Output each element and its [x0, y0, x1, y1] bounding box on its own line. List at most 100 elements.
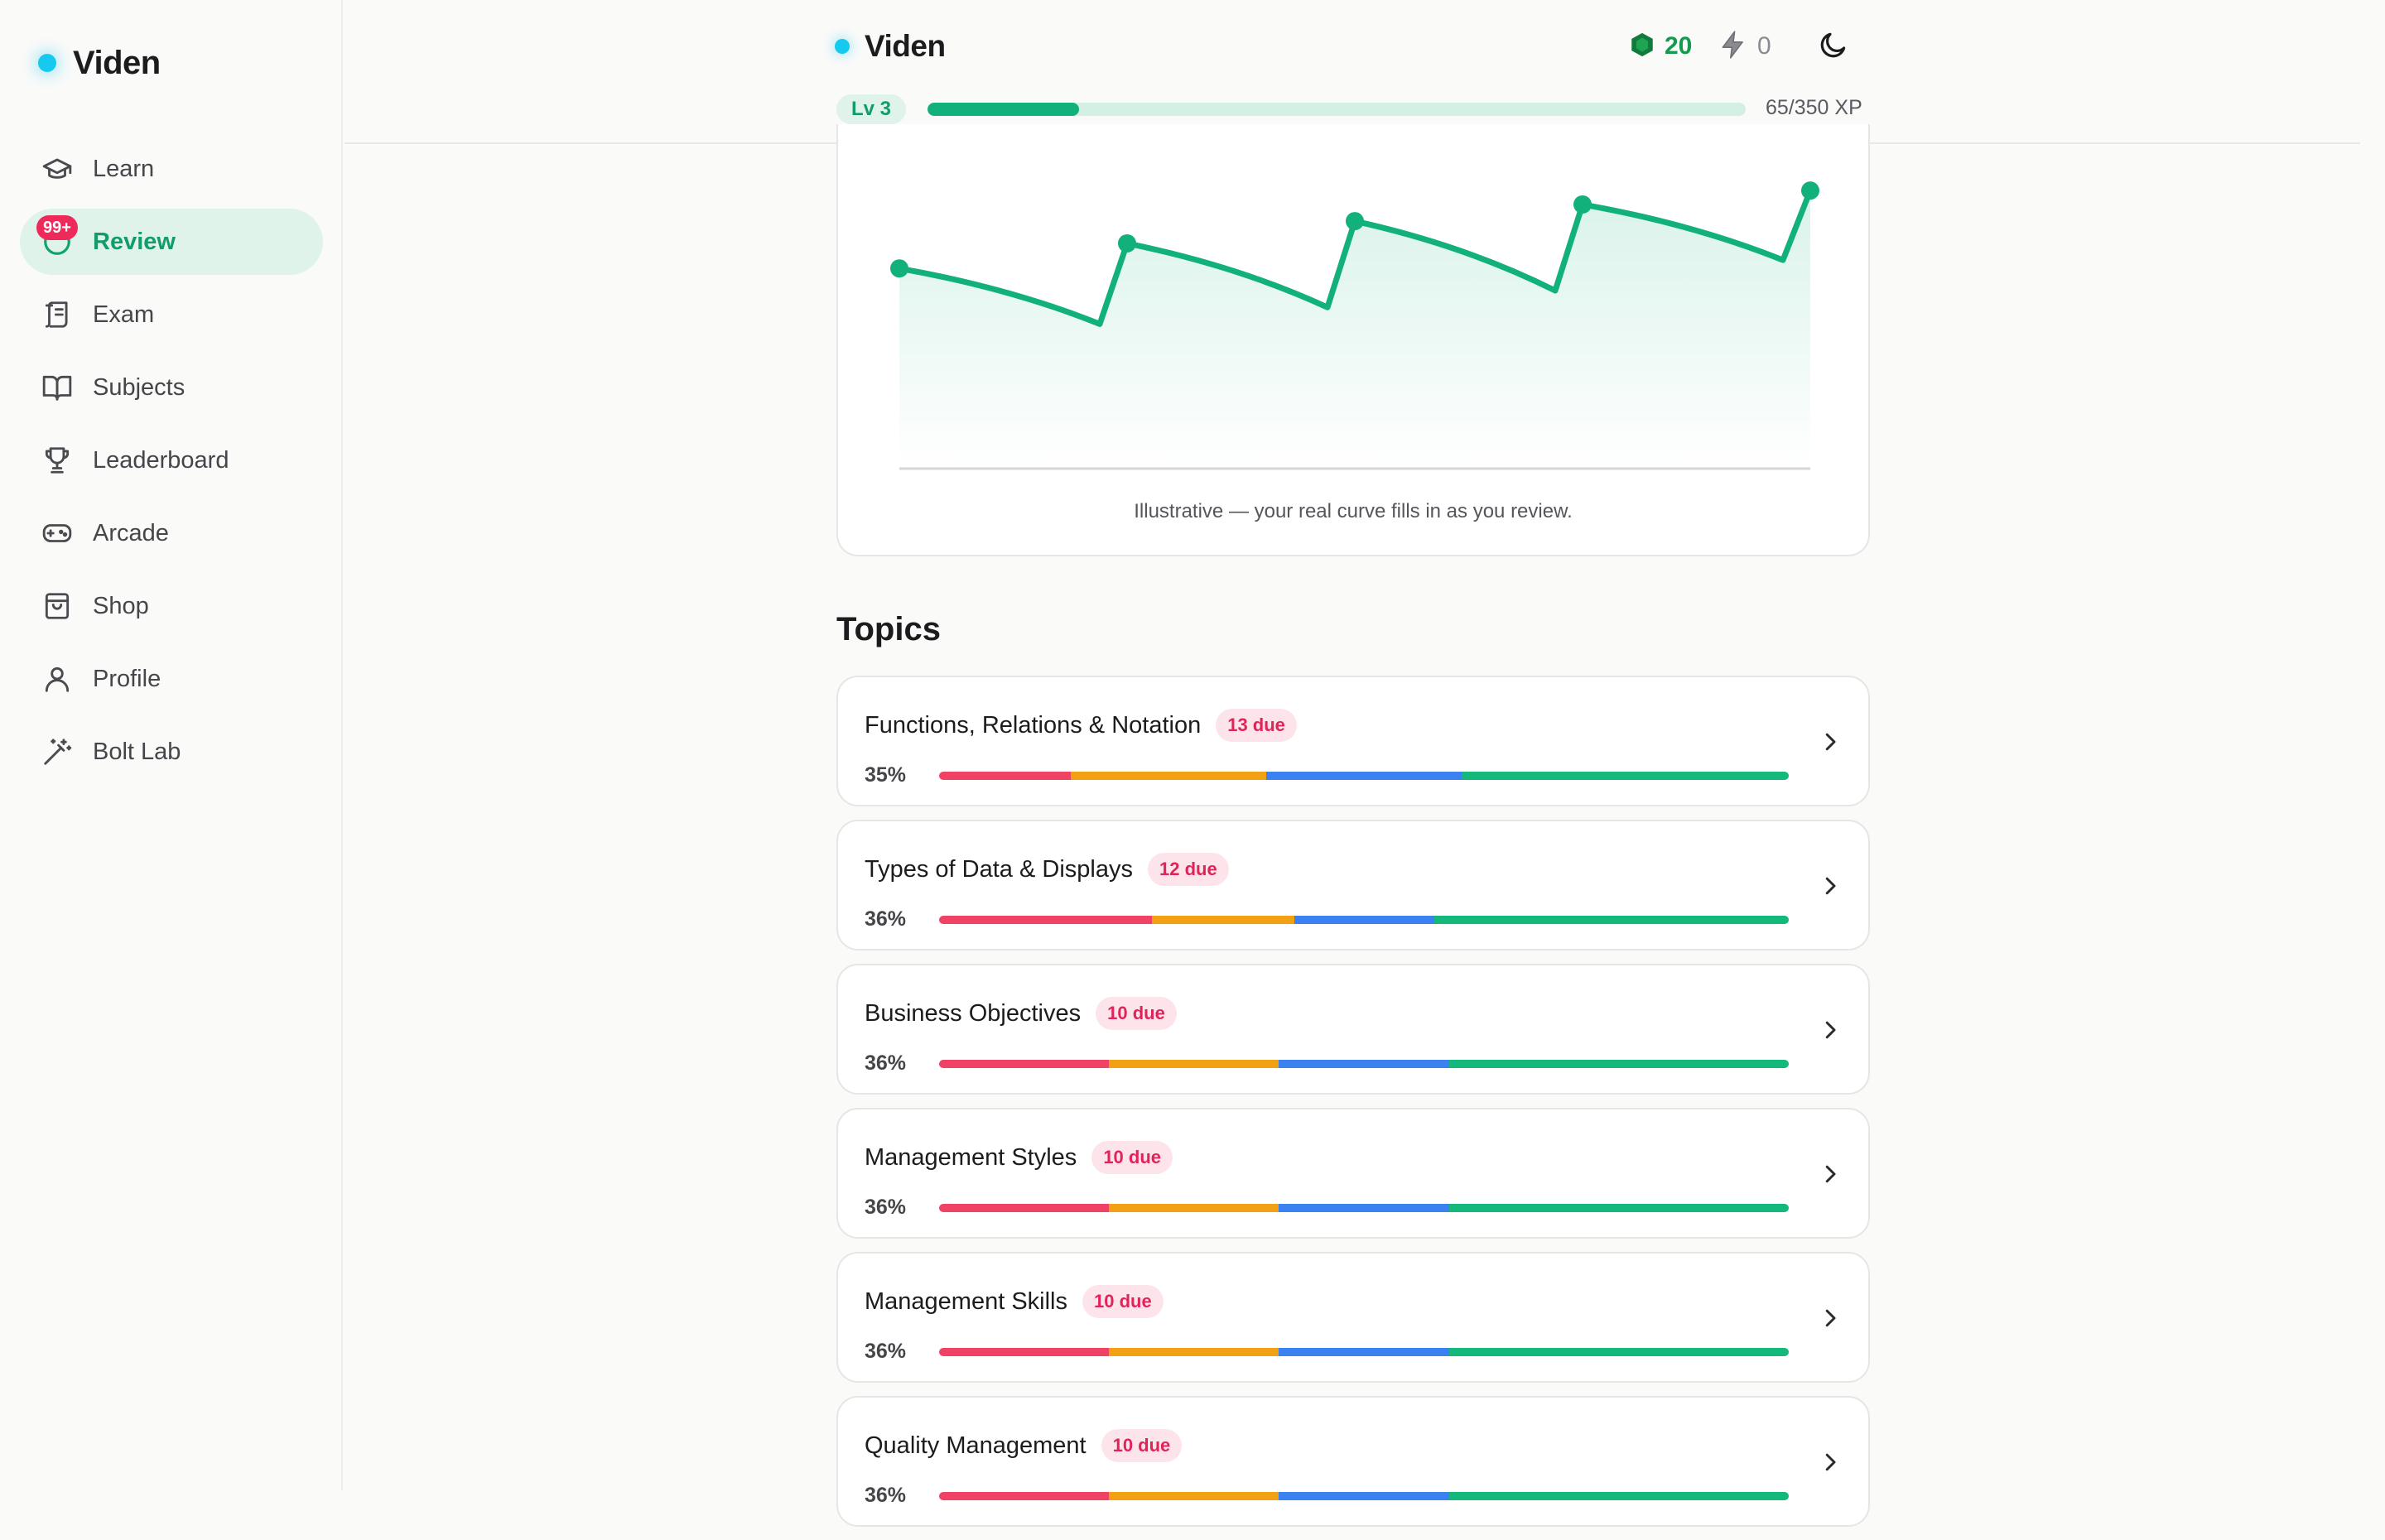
scroll-icon	[40, 297, 75, 332]
xp-text: 65/350 XP	[1766, 96, 1862, 119]
mastery-segment	[939, 1348, 1110, 1356]
mastery-bar	[939, 1348, 1789, 1356]
mastery-segment	[939, 1060, 1110, 1068]
due-badge: 10 due	[1091, 1141, 1173, 1174]
topic-name: Quality Management	[865, 1432, 1086, 1459]
header-brand[interactable]: Viden	[835, 28, 946, 65]
graduation-cap-icon	[40, 152, 75, 186]
xp-progress-bar	[928, 103, 1746, 116]
topic-percent: 36%	[865, 1340, 907, 1363]
topic-card[interactable]: Management Styles 10 due 36%	[836, 1108, 1870, 1239]
mastery-segment	[1448, 1204, 1789, 1212]
mastery-segment	[1279, 1492, 1449, 1500]
mastery-segment	[939, 1204, 1110, 1212]
chevron-right-icon[interactable]	[1815, 1303, 1845, 1333]
sidebar-item-exam[interactable]: Exam	[20, 282, 323, 348]
sidebar-brand[interactable]: Viden	[38, 43, 161, 83]
mastery-bar	[939, 772, 1789, 780]
mastery-segment	[1434, 916, 1789, 924]
topic-card[interactable]: Quality Management 10 due 36%	[836, 1396, 1870, 1527]
mastery-segment	[1279, 1060, 1449, 1068]
sidebar-item-arcade[interactable]: Arcade	[20, 500, 323, 566]
topic-card[interactable]: Management Skills 10 due 36%	[836, 1252, 1870, 1383]
brand-dot-icon	[38, 54, 56, 72]
mastery-segment	[939, 772, 1072, 780]
mastery-segment	[1294, 916, 1435, 924]
mastery-segment	[1448, 1060, 1789, 1068]
review-point	[1346, 212, 1364, 231]
sidebar-item-label: Bolt Lab	[93, 738, 181, 765]
chevron-right-icon[interactable]	[1815, 1447, 1845, 1477]
topic-card[interactable]: Functions, Relations & Notation 13 due 35%	[836, 676, 1870, 806]
review-point	[890, 259, 908, 278]
sidebar-item-learn[interactable]: Learn	[20, 136, 323, 202]
review-badge: 99+	[36, 215, 78, 240]
book-icon	[40, 370, 75, 405]
mastery-bar	[939, 916, 1789, 924]
mastery-segment	[1461, 772, 1789, 780]
mastery-bar	[939, 1060, 1789, 1068]
topic-card[interactable]: Business Objectives 10 due 36%	[836, 964, 1870, 1095]
topic-percent: 36%	[865, 1196, 907, 1219]
mastery-segment	[1448, 1492, 1789, 1500]
sidebar-item-label: Arcade	[93, 519, 169, 546]
sidebar-item-profile[interactable]: Profile	[20, 646, 323, 712]
mastery-segment	[1109, 1060, 1279, 1068]
bolts-counter[interactable]: 0	[1718, 28, 1771, 65]
sidebar-item-label: Profile	[93, 665, 161, 692]
forgetting-curve-chart	[890, 181, 1819, 470]
mastery-segment	[1071, 772, 1266, 780]
due-badge: 10 due	[1096, 997, 1177, 1030]
due-badge: 10 due	[1101, 1429, 1183, 1462]
magic-wand-icon	[40, 734, 75, 769]
sidebar: Viden Learn 99+ Review Exam Subjects Lea…	[0, 0, 343, 1490]
chevron-right-icon[interactable]	[1815, 871, 1845, 901]
mastery-segment	[1448, 1348, 1789, 1356]
topic-name: Management Skills	[865, 1287, 1067, 1315]
topic-name: Management Styles	[865, 1143, 1077, 1171]
gems-count: 20	[1665, 32, 1693, 60]
chevron-right-icon[interactable]	[1815, 1159, 1845, 1189]
sidebar-item-label: Exam	[93, 301, 155, 328]
topic-percent: 36%	[865, 1052, 907, 1075]
chevron-right-icon[interactable]	[1815, 727, 1845, 757]
gems-counter[interactable]: 20	[1628, 28, 1692, 65]
topic-header: Management Skills 10 due	[865, 1283, 1164, 1320]
due-badge: 10 due	[1082, 1285, 1164, 1318]
sidebar-item-label: Review	[93, 228, 176, 255]
sidebar-item-review[interactable]: 99+ Review	[20, 209, 323, 275]
lightning-bolt-icon	[1718, 29, 1749, 65]
mastery-segment	[939, 916, 1152, 924]
review-point	[1573, 195, 1592, 214]
topics-list: Functions, Relations & Notation 13 due 35%…	[836, 676, 1870, 1540]
mastery-segment	[1109, 1348, 1279, 1356]
brand-name: Viden	[73, 44, 161, 81]
topic-name: Business Objectives	[865, 999, 1082, 1027]
topic-header: Types of Data & Displays 12 due	[865, 851, 1229, 888]
mastery-segment	[1109, 1204, 1279, 1212]
forgetting-curve-card: Illustrative — your real curve fills in …	[836, 124, 1870, 556]
topic-header: Functions, Relations & Notation 13 due	[865, 707, 1297, 744]
sidebar-item-shop[interactable]: Shop	[20, 573, 323, 639]
sidebar-item-leaderboard[interactable]: Leaderboard	[20, 427, 323, 493]
chevron-right-icon[interactable]	[1815, 1015, 1845, 1045]
theme-toggle-button[interactable]	[1815, 28, 1852, 65]
sidebar-item-label: Subjects	[93, 373, 186, 401]
topic-percent: 36%	[865, 907, 907, 931]
bolts-count: 0	[1757, 32, 1771, 60]
xp-progress-fill	[928, 103, 1080, 116]
header-brand-name: Viden	[865, 29, 946, 63]
mastery-segment	[1109, 1492, 1279, 1500]
topic-percent: 36%	[865, 1484, 907, 1507]
topic-percent: 35%	[865, 763, 907, 787]
topic-card[interactable]: Types of Data & Displays 12 due 36%	[836, 820, 1870, 950]
topics-title: Topics	[836, 611, 941, 647]
review-point	[1801, 181, 1819, 200]
sidebar-item-label: Leaderboard	[93, 446, 229, 474]
sidebar-item-subjects[interactable]: Subjects	[20, 354, 323, 421]
topic-name: Types of Data & Displays	[865, 855, 1133, 883]
sidebar-item-bolt-lab[interactable]: Bolt Lab	[20, 719, 323, 785]
user-icon	[40, 662, 75, 696]
sidebar-item-label: Shop	[93, 592, 149, 619]
moon-icon	[1818, 29, 1849, 65]
